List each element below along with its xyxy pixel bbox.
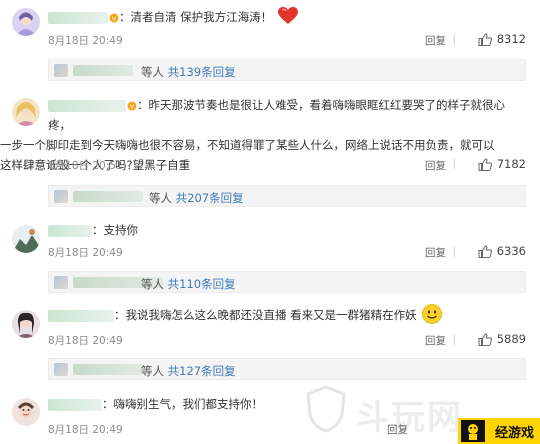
avatar-image-icon bbox=[12, 225, 40, 253]
reply-count-link[interactable]: 等人 共110条回复 bbox=[141, 276, 236, 292]
reply-avatar bbox=[54, 363, 68, 376]
brand-badge: 经游戏 bbox=[458, 418, 540, 444]
reply-button[interactable]: 回复 bbox=[425, 158, 446, 173]
username[interactable] bbox=[48, 399, 102, 411]
like-count: 6336 bbox=[496, 244, 526, 258]
thumbs-up-icon bbox=[478, 332, 492, 346]
reply-thread[interactable]: 等人 共207条回复 bbox=[48, 185, 526, 207]
avatar-image-icon bbox=[12, 310, 40, 338]
reply-count-link[interactable]: 等人 共139条回复 bbox=[141, 64, 236, 80]
username[interactable] bbox=[48, 12, 108, 24]
like-button[interactable]: 7182 bbox=[478, 157, 526, 171]
like-button[interactable]: 6336 bbox=[478, 244, 526, 258]
reply-avatar bbox=[54, 64, 68, 77]
comment-item: ：我说我嗨怎么这么晚都还没直播 看来又是一群猪精在作妖 8月18日 20:49 … bbox=[0, 300, 540, 350]
avatar-image-icon bbox=[12, 98, 40, 126]
reply-button[interactable]: 回复 bbox=[387, 422, 408, 437]
brand-logo-icon bbox=[461, 420, 485, 442]
comment-text: 一步一个脚印走到今天嗨嗨也很不容易，不知道得罪了某些人什么，网络上说话不用负责，… bbox=[0, 138, 495, 152]
smile-emoji-icon bbox=[422, 304, 443, 324]
username[interactable] bbox=[48, 310, 114, 322]
avatar[interactable] bbox=[12, 98, 40, 126]
heart-emoji-icon bbox=[277, 7, 298, 24]
comment-item: v ：昨天那波节奏也是很让人难受，看着嗨嗨眼眶红红要哭了的样子就很心疼， 一步一个… bbox=[0, 90, 540, 182]
reply-count-link[interactable]: 等人 共127条回复 bbox=[141, 363, 236, 379]
avatar-image-icon bbox=[12, 8, 40, 36]
reply-thread[interactable]: 等人 共127条回复 bbox=[48, 358, 526, 380]
comment-timestamp: 8月18日 20:49 bbox=[48, 35, 123, 47]
divider: | bbox=[452, 333, 456, 345]
reply-username bbox=[73, 364, 143, 375]
comment-timestamp: 8月18日 20:49 bbox=[48, 424, 123, 436]
like-button[interactable]: 8312 bbox=[478, 32, 526, 46]
thumbs-up-icon bbox=[478, 244, 492, 258]
like-count: 8312 bbox=[496, 32, 526, 46]
comment-text: ：嗨嗨别生气，我们都支持你！ bbox=[102, 397, 263, 411]
comment-text: ：支持你 bbox=[92, 223, 138, 237]
brand-label: 经游戏 bbox=[494, 425, 534, 441]
verified-badge-icon: v bbox=[127, 101, 137, 111]
divider: | bbox=[452, 33, 456, 45]
divider: | bbox=[452, 158, 456, 170]
thumbs-up-icon bbox=[478, 32, 492, 46]
comment-item: v ：清者自清 保护我方江海涛！ 8月18日 20:49 回复 | 8312 bbox=[0, 0, 540, 62]
reply-button[interactable]: 回复 bbox=[425, 245, 446, 260]
svg-text:v: v bbox=[112, 15, 116, 23]
avatar[interactable] bbox=[12, 225, 40, 253]
username[interactable] bbox=[48, 225, 92, 237]
comment-text: ：我说我嗨怎么这么晚都还没直播 看来又是一群猪精在作妖 bbox=[114, 308, 417, 322]
divider: | bbox=[452, 245, 456, 257]
reply-button[interactable]: 回复 bbox=[425, 333, 446, 348]
comment-item: ：支持你 8月18日 20:49 回复 | 6336 bbox=[0, 215, 540, 265]
comment-text: ：清者自清 保护我方江海涛！ bbox=[119, 10, 273, 24]
avatar[interactable] bbox=[12, 398, 40, 426]
reply-username bbox=[73, 191, 143, 202]
comment-timestamp: 8月18日 20:49 bbox=[48, 247, 123, 259]
reply-count-link[interactable]: 等人 共207条回复 bbox=[149, 190, 244, 206]
reply-avatar bbox=[54, 190, 68, 203]
avatar-image-icon bbox=[12, 398, 40, 426]
like-count: 5889 bbox=[496, 332, 526, 346]
avatar[interactable] bbox=[12, 310, 40, 338]
reply-username bbox=[73, 65, 133, 76]
verified-badge-icon: v bbox=[109, 13, 119, 23]
like-count: 7182 bbox=[496, 157, 526, 171]
reply-thread[interactable]: 等人 共139条回复 bbox=[48, 59, 526, 81]
comment-timestamp: 8月18日 20:49 bbox=[48, 335, 123, 347]
thumbs-up-icon bbox=[478, 157, 492, 171]
username[interactable] bbox=[48, 100, 126, 112]
comment-timestamp: 8月18日 20:51 bbox=[48, 160, 123, 172]
avatar[interactable] bbox=[12, 8, 40, 36]
svg-text:v: v bbox=[130, 103, 134, 111]
like-button[interactable]: 5889 bbox=[478, 332, 526, 346]
reply-button[interactable]: 回复 bbox=[425, 33, 446, 48]
reply-avatar bbox=[54, 276, 68, 289]
reply-thread[interactable]: 等人 共110条回复 bbox=[48, 271, 526, 293]
